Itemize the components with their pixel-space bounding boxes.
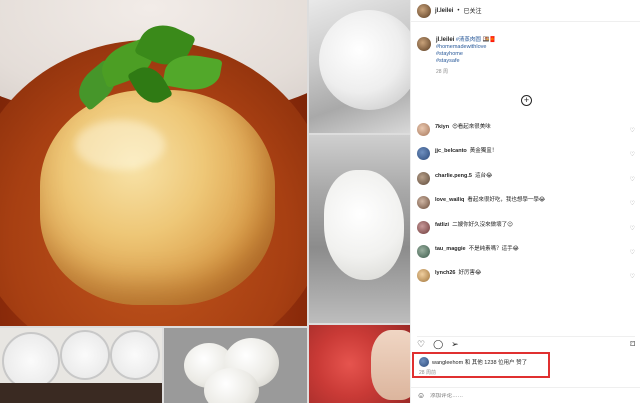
dough-blob xyxy=(324,170,404,280)
comment-username[interactable]: love_wailiq xyxy=(435,197,464,203)
sauce-tray xyxy=(0,383,162,403)
raw-meatballs-photo xyxy=(164,328,307,403)
comment-item: 7kiyn 😍看起來很美味 ♡ xyxy=(417,120,637,144)
hand xyxy=(371,330,410,400)
comment-bubble-icon[interactable]: ◯ xyxy=(433,340,443,349)
meatball-dish-photo xyxy=(0,0,307,326)
comment-text: 看起來很好吃，我也想學一學😂 xyxy=(467,197,546,204)
header-separator: • xyxy=(457,7,460,14)
plus-circle-icon: + xyxy=(523,95,530,105)
hashtag[interactable]: #stayhome xyxy=(436,51,496,58)
comment-text: 不是純素嗎？這手😂 xyxy=(468,245,520,252)
comment-list: 7kiyn 😍看起來很美味 ♡ jjc_belcanto 黃金獨盅！ ♡ charl… xyxy=(417,120,637,291)
heart-icon[interactable]: ♡ xyxy=(630,127,635,134)
heart-icon[interactable]: ♡ xyxy=(630,151,635,158)
comment-item: charlie.peng.5 這台😂 ♡ xyxy=(417,169,637,193)
heart-icon[interactable]: ♡ xyxy=(630,225,635,232)
heart-icon[interactable]: ♡ xyxy=(630,273,635,280)
ingredient-bowl xyxy=(60,330,110,380)
dough-paste-photo xyxy=(309,135,410,323)
post-caption: jl.leilei #清蒸肉圆 🍱🧧 #homemadewithlove #st… xyxy=(417,37,632,76)
comment-username[interactable]: lynch26 xyxy=(435,270,455,276)
hashtag[interactable]: #staysafe xyxy=(436,58,496,65)
commenter-avatar[interactable] xyxy=(417,196,430,210)
comment-username[interactable]: charlie.peng.5 xyxy=(435,173,472,179)
ingredient-bowls-photo xyxy=(0,328,162,403)
comment-username[interactable]: jjc_belcanto xyxy=(435,148,467,154)
commenter-avatar[interactable] xyxy=(417,147,430,161)
caption-avatar[interactable] xyxy=(417,37,431,51)
caption-text-block: jl.leilei #清蒸肉圆 🍱🧧 #homemadewithlove #st… xyxy=(436,37,496,76)
likes-summary: wangleehom 和 其他 1238 位用户 赞了 28 周前 xyxy=(419,357,527,376)
white-bowl xyxy=(319,10,410,110)
caption-username[interactable]: jl.leilei xyxy=(436,37,454,43)
ingredient-bowl xyxy=(2,332,60,390)
post-side-panel: jl.leilei • 已关注 jl.leilei #清蒸肉圆 🍱🧧 #home… xyxy=(410,0,640,403)
caption-time: 28 周 xyxy=(436,69,448,75)
meatball xyxy=(40,90,275,305)
post-date: 28 周前 xyxy=(419,370,436,376)
author-avatar[interactable] xyxy=(417,3,431,18)
comment-username[interactable]: tau_maggie xyxy=(435,246,466,252)
bowl-on-foil-photo xyxy=(309,0,410,133)
comment-username[interactable]: fatlizi xyxy=(435,222,449,228)
comment-text: 黃金獨盅！ xyxy=(469,148,498,155)
comment-input[interactable] xyxy=(430,392,611,399)
likes-text[interactable]: wangleehom 和 其他 1238 位用户 赞了 xyxy=(432,358,527,366)
commenter-avatar[interactable] xyxy=(417,171,430,185)
caption-text[interactable]: #清蒸肉圆 🍱🧧 xyxy=(456,37,496,43)
post-header: jl.leilei • 已关注 xyxy=(411,0,640,22)
likes-highlight-box: wangleehom 和 其他 1238 位用户 赞了 28 周前 xyxy=(412,352,550,378)
heart-icon[interactable]: ♡ xyxy=(630,249,635,256)
comment-item: lynch26 好厉害😂 ♡ xyxy=(417,266,637,290)
comment-item: fatlizi 二嫂你好久沒來做壞了😉 ♡ xyxy=(417,218,637,242)
photo-collage xyxy=(0,0,410,403)
comment-text: 這台😂 xyxy=(475,172,493,179)
comment-text: 😍看起來很美味 xyxy=(452,124,491,130)
liker-avatar[interactable] xyxy=(419,357,429,367)
add-comment-bar: ☺ xyxy=(411,387,640,403)
paper-plane-icon[interactable]: ➢ xyxy=(451,340,459,349)
heart-icon[interactable]: ♡ xyxy=(630,200,635,207)
comment-item: love_wailiq 看起來很好吃，我也想學一學😂 ♡ xyxy=(417,193,637,217)
hashtag[interactable]: #homemadewithlove xyxy=(436,44,496,51)
commenter-avatar[interactable] xyxy=(417,123,430,136)
heart-icon[interactable]: ♡ xyxy=(630,176,635,183)
commenter-avatar[interactable] xyxy=(417,269,430,283)
comment-item: tau_maggie 不是純素嗎？這手😂 ♡ xyxy=(417,242,637,266)
load-more-comments-button[interactable]: + xyxy=(521,95,532,106)
heart-icon[interactable]: ♡ xyxy=(417,340,425,349)
comment-text: 好厉害😂 xyxy=(458,270,482,277)
meatball-sheen xyxy=(75,120,165,170)
post-action-bar: ♡ ◯ ➢ ⌑ xyxy=(417,336,635,350)
smiley-icon[interactable]: ☺ xyxy=(417,391,425,400)
comment-text: 二嫂你好久沒來做壞了😉 xyxy=(452,221,513,228)
comment-username[interactable]: 7kiyn xyxy=(435,124,449,130)
commenter-avatar[interactable] xyxy=(417,220,430,234)
ingredient-bowl xyxy=(110,330,160,380)
comment-item: jjc_belcanto 黃金獨盅！ ♡ xyxy=(417,144,637,168)
author-username[interactable]: jl.leilei xyxy=(435,8,453,14)
commenter-avatar[interactable] xyxy=(417,244,430,258)
bookmark-icon[interactable]: ⌑ xyxy=(630,340,635,349)
following-button[interactable]: 已关注 xyxy=(463,6,481,15)
minced-meat-photo xyxy=(309,325,410,403)
